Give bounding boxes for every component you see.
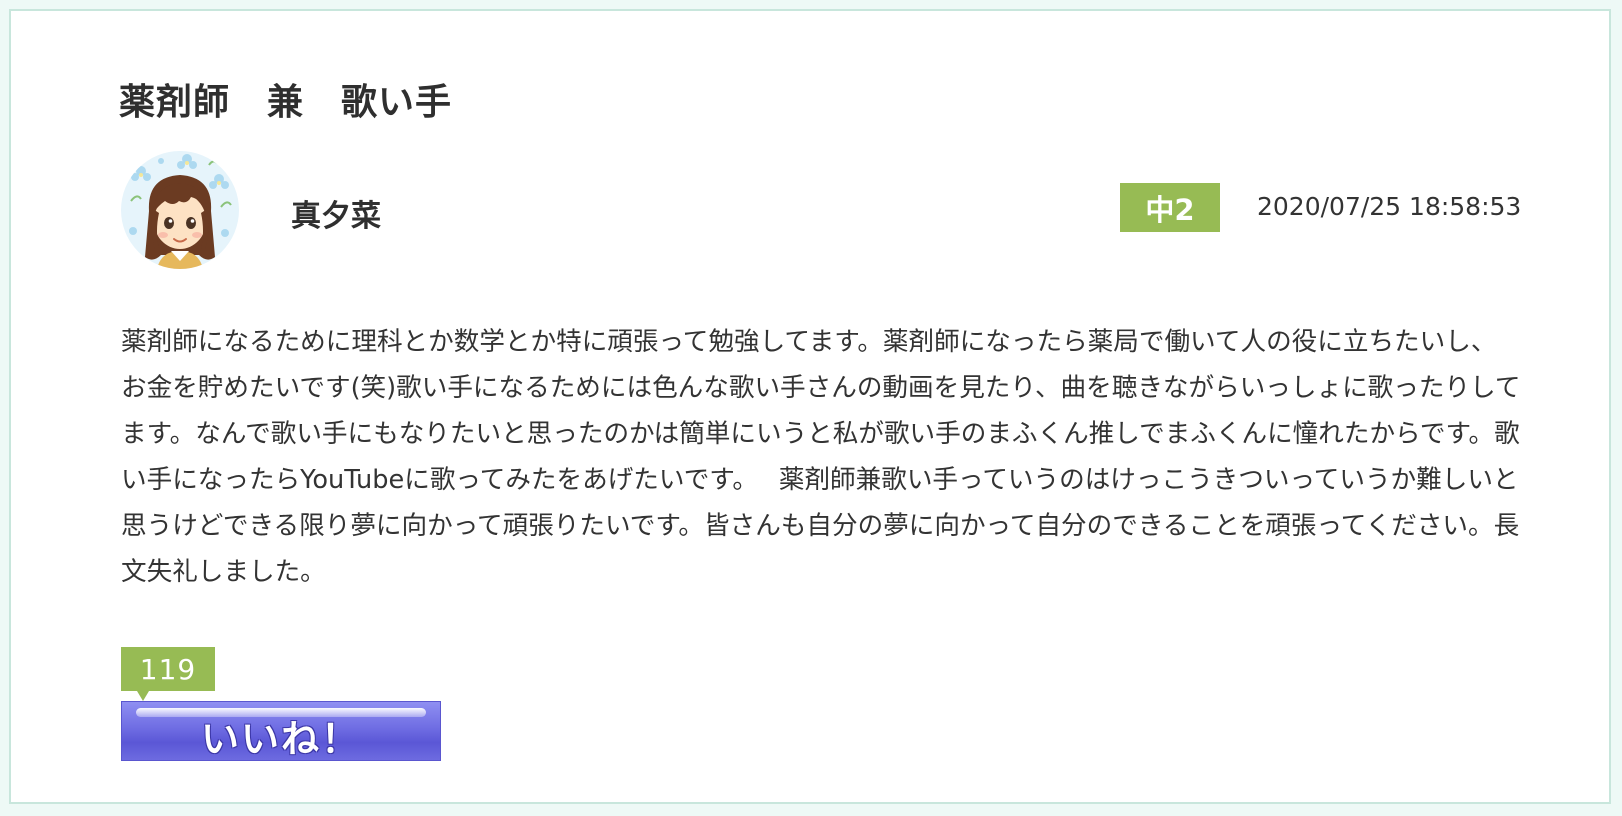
like-count-badge: 119 xyxy=(121,647,215,691)
post-title: 薬剤師 兼 歌い手 xyxy=(119,82,453,123)
like-button[interactable]: いいね！ xyxy=(121,701,441,761)
grade-badge: 中2 xyxy=(1120,183,1220,232)
post-date: 2020/07/25 18:58:53 xyxy=(1257,192,1522,221)
post-body: 薬剤師になるために理科とか数学とか特に頑張って勉強してます。薬剤師になったら薬局… xyxy=(121,327,1521,587)
like-button-label: いいね！ xyxy=(200,716,361,761)
author-avatar xyxy=(121,151,239,269)
like-count-pointer xyxy=(137,691,149,701)
girl-avatar-icon xyxy=(129,154,232,269)
post-card: 薬剤師 兼 歌い手 真夕菜 中2 2020/07/25 18:58:53 薬剤師… xyxy=(9,9,1611,804)
author-name[interactable]: 真夕菜 xyxy=(291,191,381,235)
